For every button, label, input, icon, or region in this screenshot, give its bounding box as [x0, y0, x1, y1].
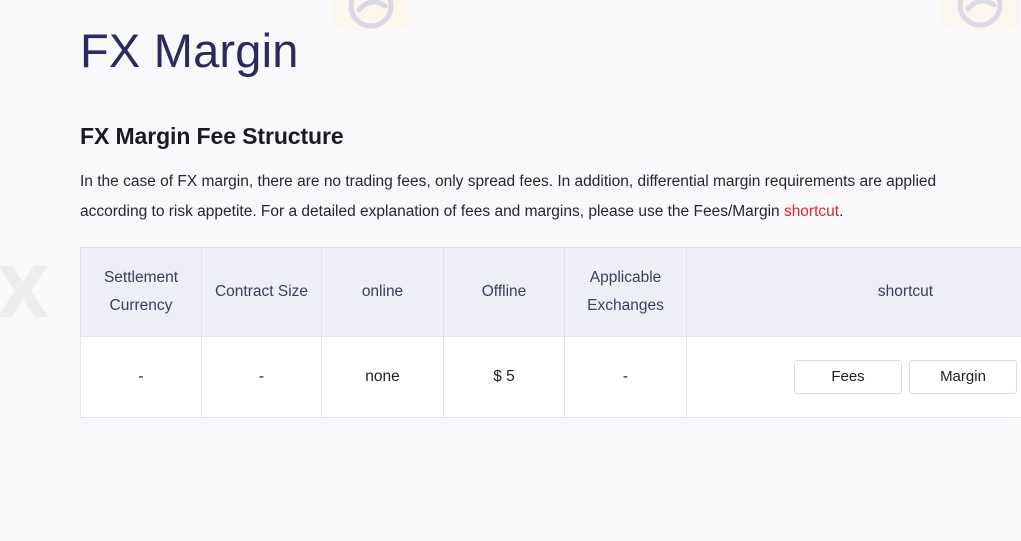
- cell-shortcut: Fees Margin: [687, 336, 1021, 417]
- table-header-row: Settlement Currency Contract Size online…: [81, 247, 1021, 336]
- page-title: FX Margin: [40, 0, 981, 81]
- cell-online: none: [322, 336, 444, 417]
- cell-offline: $ 5: [444, 336, 565, 417]
- fees-margin-shortcut-link[interactable]: shortcut: [784, 203, 839, 220]
- table-row: - - none $ 5 - Fees Margin: [81, 336, 1021, 417]
- table-header: Settlement Currency Contract Size online…: [81, 247, 1021, 336]
- fee-table-container: Settlement Currency Contract Size online…: [80, 247, 1021, 418]
- table-body: - - none $ 5 - Fees Margin: [81, 336, 1021, 417]
- fee-structure-table: Settlement Currency Contract Size online…: [80, 247, 1021, 418]
- fees-button[interactable]: Fees: [794, 360, 902, 394]
- cell-applicable-exchanges: -: [565, 336, 687, 417]
- shortcut-button-group: Fees Margin: [695, 360, 1021, 394]
- column-header-applicable-exchanges: Applicable Exchanges: [565, 247, 687, 336]
- cell-settlement-currency: -: [81, 336, 202, 417]
- cell-contract-size: -: [202, 336, 322, 417]
- column-header-settlement-currency: Settlement Currency: [81, 247, 202, 336]
- section-paragraph: In the case of FX margin, there are no t…: [80, 167, 981, 227]
- column-header-shortcut: shortcut: [687, 247, 1021, 336]
- column-header-offline: Offline: [444, 247, 565, 336]
- fee-structure-section: FX Margin Fee Structure In the case of F…: [40, 81, 981, 418]
- column-header-contract-size: Contract Size: [202, 247, 322, 336]
- paragraph-text-after-link: .: [839, 203, 843, 220]
- section-heading: FX Margin Fee Structure: [80, 123, 981, 150]
- column-header-online: online: [322, 247, 444, 336]
- page-container: FX Margin FX Margin Fee Structure In the…: [0, 0, 1021, 418]
- margin-button[interactable]: Margin: [909, 360, 1017, 394]
